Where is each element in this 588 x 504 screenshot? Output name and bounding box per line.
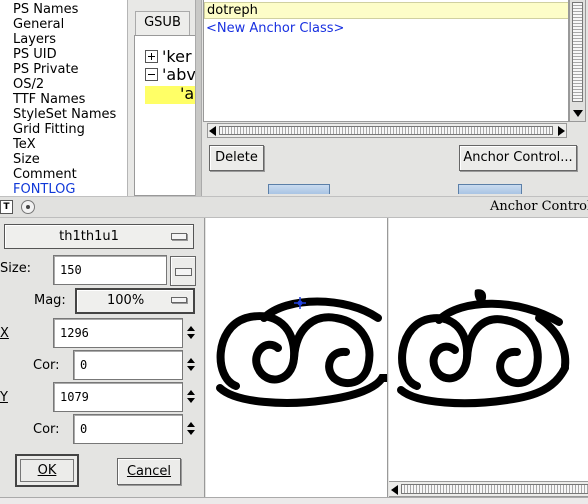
- y-cor-spinner[interactable]: [186, 414, 197, 444]
- mag-select[interactable]: 100%: [75, 288, 195, 314]
- y-spinner[interactable]: [186, 382, 197, 412]
- anchor-class-item-selected[interactable]: dotreph: [204, 2, 568, 19]
- partial-button[interactable]: [268, 184, 330, 194]
- arrow-left-icon[interactable]: [391, 485, 398, 495]
- section-general[interactable]: General: [13, 17, 64, 32]
- x-cor-spinner[interactable]: [186, 350, 197, 380]
- font-info-window: PS Names General Layers PS UID PS Privat…: [0, 0, 195, 196]
- glyph-select-value: th1th1u1: [59, 229, 119, 244]
- glyph-combined-canvas[interactable]: [389, 218, 588, 504]
- scrollbar-thumb[interactable]: [401, 484, 588, 494]
- section-layers[interactable]: Layers: [13, 32, 56, 47]
- glyph-preview-canvas[interactable]: [206, 218, 388, 504]
- delete-button[interactable]: Delete: [209, 145, 264, 171]
- controls-panel: th1th1u1 Size: 150 Mag: 100% X 1296 Cor:…: [0, 218, 205, 504]
- mag-label: Mag:: [34, 293, 66, 308]
- glyph-outline-combined: [397, 299, 570, 408]
- glyph-select[interactable]: th1th1u1: [4, 224, 194, 249]
- section-styleset-names[interactable]: StyleSet Names: [13, 107, 116, 122]
- arrow-left-icon[interactable]: [209, 126, 216, 136]
- new-anchor-class-item[interactable]: <New Anchor Class>: [206, 21, 344, 36]
- section-ttf-names[interactable]: TTF Names: [13, 92, 85, 107]
- plus-box-icon[interactable]: [145, 50, 158, 63]
- menu-button-icon: [171, 297, 187, 303]
- ok-button[interactable]: OK: [15, 454, 79, 487]
- x-field[interactable]: 1296: [53, 318, 183, 348]
- size-label: Size:: [0, 261, 32, 276]
- size-menu-button[interactable]: [170, 256, 196, 286]
- x-spinner[interactable]: [186, 318, 197, 348]
- window-menu-icon[interactable]: T: [0, 200, 13, 214]
- tree-item-kern[interactable]: 'ker: [162, 47, 192, 66]
- canvas-horizontal-scrollbar[interactable]: [389, 481, 588, 497]
- font-info-section-list: PS Names General Layers PS UID PS Privat…: [0, 0, 128, 196]
- section-comment[interactable]: Comment: [13, 167, 77, 182]
- y-label: Y: [0, 390, 8, 405]
- glyph-combined-svg: [397, 289, 570, 408]
- menu-button-icon: [171, 233, 187, 240]
- y-cor-label: Cor:: [33, 422, 60, 437]
- anchor-control-titlebar[interactable]: T Anchor Control fo: [0, 196, 588, 218]
- x-cor-field[interactable]: 0: [73, 350, 183, 380]
- bottom-window-edge: [0, 497, 588, 504]
- window-divider: [195, 0, 202, 196]
- list-horizontal-scrollbar[interactable]: [207, 123, 567, 138]
- anchor-control-dialog: th1th1u1 Size: 150 Mag: 100% X 1296 Cor:…: [0, 218, 588, 504]
- glyph-outline-ththu: [216, 297, 387, 407]
- section-fontlog[interactable]: FONTLOG: [13, 182, 75, 196]
- arrow-down-icon[interactable]: [573, 110, 583, 117]
- section-os2[interactable]: OS/2: [13, 77, 44, 92]
- glyph-preview-svg: [216, 297, 387, 407]
- minus-box-icon[interactable]: [145, 68, 158, 81]
- tree-item-abvm[interactable]: 'abv: [162, 65, 195, 84]
- scrollbar-thumb[interactable]: [572, 2, 583, 102]
- list-vertical-scrollbar[interactable]: [569, 0, 586, 122]
- section-ps-uid[interactable]: PS UID: [13, 47, 57, 62]
- pin-icon[interactable]: [21, 200, 35, 214]
- section-ps-private[interactable]: PS Private: [13, 62, 79, 77]
- section-grid-fitting[interactable]: Grid Fitting: [13, 122, 85, 137]
- size-field[interactable]: 150: [53, 255, 167, 285]
- cancel-button[interactable]: Cancel: [117, 458, 181, 485]
- scrollbar-thumb[interactable]: [219, 126, 553, 135]
- anchor-class-window: dotreph <New Anchor Class> Delete Anchor…: [202, 0, 588, 196]
- y-field[interactable]: 1079: [53, 382, 183, 412]
- partial-button[interactable]: [458, 184, 522, 194]
- y-cor-field[interactable]: 0: [73, 414, 183, 444]
- tab-gsub[interactable]: GSUB: [135, 11, 190, 35]
- x-cor-label: Cor:: [33, 358, 60, 373]
- mag-select-value: 100%: [107, 293, 145, 308]
- anchor-control-button[interactable]: Anchor Control...: [459, 145, 577, 171]
- section-size[interactable]: Size: [13, 152, 40, 167]
- ok-button-label: OK: [37, 463, 57, 478]
- anchor-class-list[interactable]: dotreph <New Anchor Class>: [203, 0, 569, 122]
- lookup-tree-panel: 'ker 'abv 'a: [134, 35, 195, 196]
- x-label: X: [0, 326, 9, 341]
- tree-item-selected[interactable]: 'a: [180, 84, 194, 103]
- section-ps-names[interactable]: PS Names: [13, 2, 78, 17]
- window-title: Anchor Control fo: [490, 199, 588, 214]
- arrow-right-icon[interactable]: [558, 126, 565, 136]
- section-tex[interactable]: TeX: [13, 137, 36, 152]
